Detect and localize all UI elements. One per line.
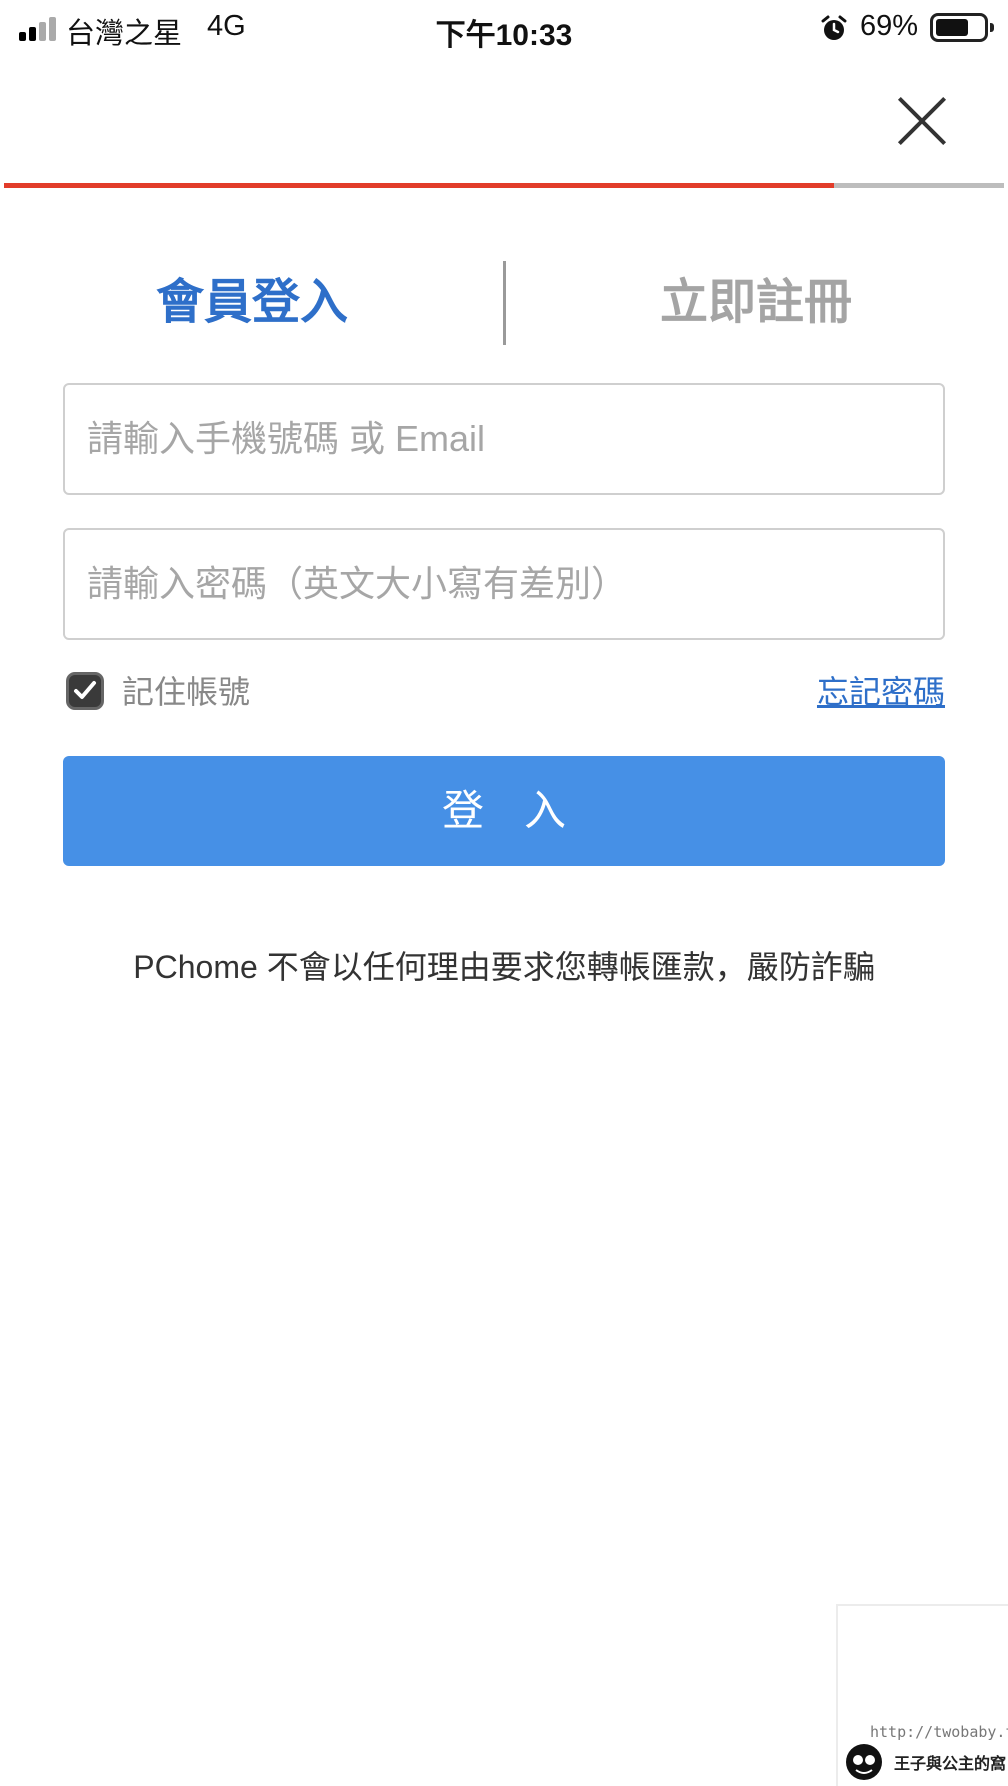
tab-member-login[interactable]: 會員登入 [0, 260, 504, 346]
password-input[interactable] [65, 530, 943, 638]
forgot-password-link[interactable]: 忘記密碼 [817, 672, 945, 712]
checkmark-icon [74, 681, 96, 699]
fraud-notice: PChome 不會以任何理由要求您轉帳匯款，嚴防詐騙 [133, 949, 875, 985]
alarm-clock-icon [821, 15, 847, 40]
battery-percent: 69% [860, 10, 919, 42]
account-input[interactable] [65, 385, 943, 493]
battery-icon [930, 13, 994, 42]
auth-tabs: 會員登入 立即註冊 [0, 260, 1008, 346]
progress-fill [4, 183, 834, 188]
remember-label: 記住帳號 [122, 674, 251, 710]
close-button[interactable] [893, 94, 949, 150]
progress-bar [4, 183, 1004, 188]
login-button[interactable]: 登入 [63, 756, 945, 866]
account-field [63, 383, 945, 495]
watermark-text: 王子與公主的窩 [894, 1756, 1007, 1773]
watermark-url: http://twobaby.tw/ [870, 1723, 1008, 1741]
password-field [63, 528, 945, 640]
status-time: 下午10:33 [435, 19, 573, 52]
watermark-logo-icon [846, 1744, 882, 1780]
tab-register[interactable]: 立即註冊 [504, 260, 1008, 346]
login-page: 台灣之星 4G 下午10:33 69% 會員登入 立即註冊 請輸入手機號碼 或 … [0, 0, 1008, 1786]
remember-checkbox[interactable] [66, 672, 104, 710]
status-bar: 台灣之星 4G 下午10:33 69% [0, 0, 1008, 58]
